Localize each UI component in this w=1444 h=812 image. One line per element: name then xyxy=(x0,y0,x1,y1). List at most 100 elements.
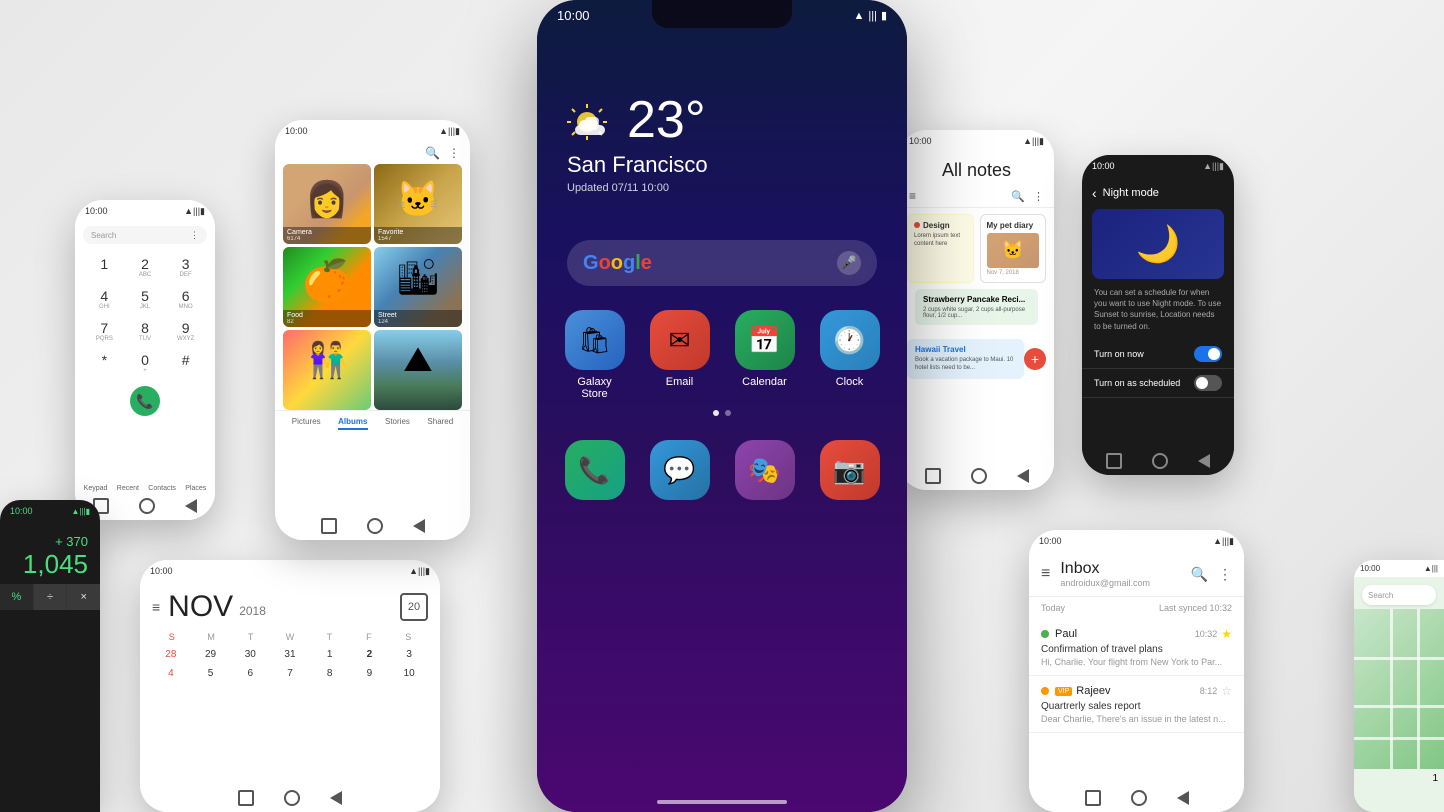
cal-day-6[interactable]: 6 xyxy=(231,665,269,682)
nav-back[interactable] xyxy=(185,499,197,513)
key-2[interactable]: 2ABC xyxy=(126,252,165,282)
key-9[interactable]: 9WXYZ xyxy=(166,316,205,346)
app-clock[interactable]: 🕐 Clock xyxy=(814,310,886,400)
cal-day-4[interactable]: 4 xyxy=(152,665,190,682)
note-design[interactable]: Design Lorem ipsum text content here xyxy=(907,214,974,283)
key-star[interactable]: * xyxy=(85,348,124,378)
toggle-scheduled-switch[interactable] xyxy=(1194,375,1222,391)
key-3[interactable]: 3DEF xyxy=(166,252,205,282)
tab-keypad[interactable]: Keypad xyxy=(84,485,108,492)
dialer-options[interactable]: ⋮ xyxy=(190,230,199,241)
nav-back-notes[interactable] xyxy=(1017,469,1029,483)
email-item-rajeev[interactable]: VIP Rajeev 8:12 ☆ Quartrerly sales repor… xyxy=(1029,676,1244,733)
cal-day-28[interactable]: 28 xyxy=(152,646,190,663)
app-phone[interactable]: 📞 xyxy=(559,440,631,506)
app-galaxy-store[interactable]: 🛍 GalaxyStore xyxy=(559,310,631,400)
key-7[interactable]: 7PQRS xyxy=(85,316,124,346)
cal-day-7[interactable]: 7 xyxy=(271,665,309,682)
notes-phone: 10:00 ▲|||▮ All notes ≡ 🔍 ⋮ Design Lorem… xyxy=(899,130,1054,490)
gallery-favorite-album[interactable]: Favorite 1547 xyxy=(374,164,462,244)
nav-recent-cal[interactable] xyxy=(238,790,254,806)
email-item-paul[interactable]: Paul 10:32 ★ Confirmation of travel plan… xyxy=(1029,619,1244,676)
notes-more-icon[interactable]: ⋮ xyxy=(1033,190,1044,203)
key-0[interactable]: 0+ xyxy=(126,348,165,378)
note-pet-diary[interactable]: My pet diary 🐱 Nov 7, 2018 xyxy=(980,214,1047,283)
cal-day-5[interactable]: 5 xyxy=(192,665,230,682)
email-search-icon[interactable]: 🔍 xyxy=(1191,566,1208,583)
cal-day-8[interactable]: 8 xyxy=(311,665,349,682)
note-hawaii[interactable]: Hawaii Travel Book a vacation package to… xyxy=(907,339,1024,379)
app-camera[interactable]: 📷 xyxy=(814,440,886,506)
cal-day-10[interactable]: 10 xyxy=(390,665,428,682)
nav-recent-email[interactable] xyxy=(1085,790,1101,806)
cal-day-1[interactable]: 1 xyxy=(311,646,349,663)
tab-pictures[interactable]: Pictures xyxy=(292,417,321,430)
map-search-bar[interactable]: Search xyxy=(1362,585,1436,605)
key-8[interactable]: 8TUV xyxy=(126,316,165,346)
nav-recent-night[interactable] xyxy=(1106,453,1122,469)
calendar-day-badge[interactable]: 20 xyxy=(400,593,428,621)
nav-home-cal[interactable] xyxy=(284,790,300,806)
key-1[interactable]: 1 xyxy=(85,252,124,282)
email-menu-icon[interactable]: ≡ xyxy=(1041,565,1050,583)
nav-home-email[interactable] xyxy=(1131,790,1147,806)
nav-back-email[interactable] xyxy=(1177,791,1189,805)
calc-multiply[interactable]: × xyxy=(67,584,100,610)
nav-back-night[interactable] xyxy=(1198,454,1210,468)
add-note-button[interactable]: + xyxy=(1024,348,1046,370)
calc-divide[interactable]: ÷ xyxy=(34,584,67,610)
app-email[interactable]: ✉ Email xyxy=(644,310,716,400)
night-nav xyxy=(1082,447,1234,475)
mic-icon[interactable]: 🎤 xyxy=(837,251,861,275)
nav-home-gallery[interactable] xyxy=(367,518,383,534)
cal-day-30[interactable]: 30 xyxy=(231,646,269,663)
cal-day-31[interactable]: 31 xyxy=(271,646,309,663)
key-4[interactable]: 4GHI xyxy=(85,284,124,314)
key-6[interactable]: 6MNO xyxy=(166,284,205,314)
gallery-street-album[interactable]: Street 124 xyxy=(374,247,462,327)
note-strawberry[interactable]: Strawberry Pancake Reci... 2 cups white … xyxy=(915,289,1038,325)
app-calendar[interactable]: 📅 Calendar xyxy=(729,310,801,400)
cal-menu-icon[interactable]: ≡ xyxy=(152,599,160,615)
email-more-icon[interactable]: ⋮ xyxy=(1218,566,1232,583)
notes-search-icon[interactable]: 🔍 xyxy=(1011,190,1025,203)
cal-day-3[interactable]: 3 xyxy=(390,646,428,663)
tab-recent[interactable]: Recent xyxy=(117,485,139,492)
dialer-search[interactable]: Search ⋮ xyxy=(83,226,207,244)
back-icon[interactable]: ‹ xyxy=(1092,185,1097,201)
nav-back-cal[interactable] xyxy=(330,791,342,805)
call-button[interactable]: 📞 xyxy=(130,386,160,416)
options-icon[interactable]: ⋮ xyxy=(448,146,460,160)
night-status-bar: 10:00 ▲|||▮ xyxy=(1082,155,1234,177)
key-hash[interactable]: # xyxy=(166,348,205,378)
tab-places[interactable]: Places xyxy=(185,485,206,492)
tab-stories[interactable]: Stories xyxy=(385,417,410,430)
key-5[interactable]: 5JKL xyxy=(126,284,165,314)
paul-star[interactable]: ★ xyxy=(1221,627,1232,641)
app-bixby[interactable]: 🎭 xyxy=(729,440,801,506)
gallery-camera-album[interactable]: Camera 6174 xyxy=(283,164,371,244)
app-chat[interactable]: 💬 xyxy=(644,440,716,506)
nav-recent-gallery[interactable] xyxy=(321,518,337,534)
search-icon[interactable]: 🔍 xyxy=(425,146,440,160)
search-bar[interactable]: Google 🎤 xyxy=(567,240,877,286)
notes-menu-icon[interactable]: ≡ xyxy=(909,189,916,203)
cal-day-9[interactable]: 9 xyxy=(351,665,389,682)
toggle-on-switch[interactable] xyxy=(1194,346,1222,362)
cal-day-29[interactable]: 29 xyxy=(192,646,230,663)
tab-contacts[interactable]: Contacts xyxy=(148,485,176,492)
rajeev-time: 8:12 xyxy=(1200,686,1218,696)
rajeev-star[interactable]: ☆ xyxy=(1221,684,1232,698)
gallery-food-album[interactable]: Food 82 xyxy=(283,247,371,327)
nav-home[interactable] xyxy=(139,498,155,514)
cal-day-2[interactable]: 2 xyxy=(351,646,389,663)
gallery-mountains-album[interactable] xyxy=(374,330,462,410)
nav-home-notes[interactable] xyxy=(971,468,987,484)
nav-recent-notes[interactable] xyxy=(925,468,941,484)
tab-albums[interactable]: Albums xyxy=(338,417,367,430)
nav-back-gallery[interactable] xyxy=(413,519,425,533)
gallery-friends-album[interactable] xyxy=(283,330,371,410)
calc-percent[interactable]: % xyxy=(0,584,33,610)
nav-home-night[interactable] xyxy=(1152,453,1168,469)
tab-shared[interactable]: Shared xyxy=(427,417,453,430)
